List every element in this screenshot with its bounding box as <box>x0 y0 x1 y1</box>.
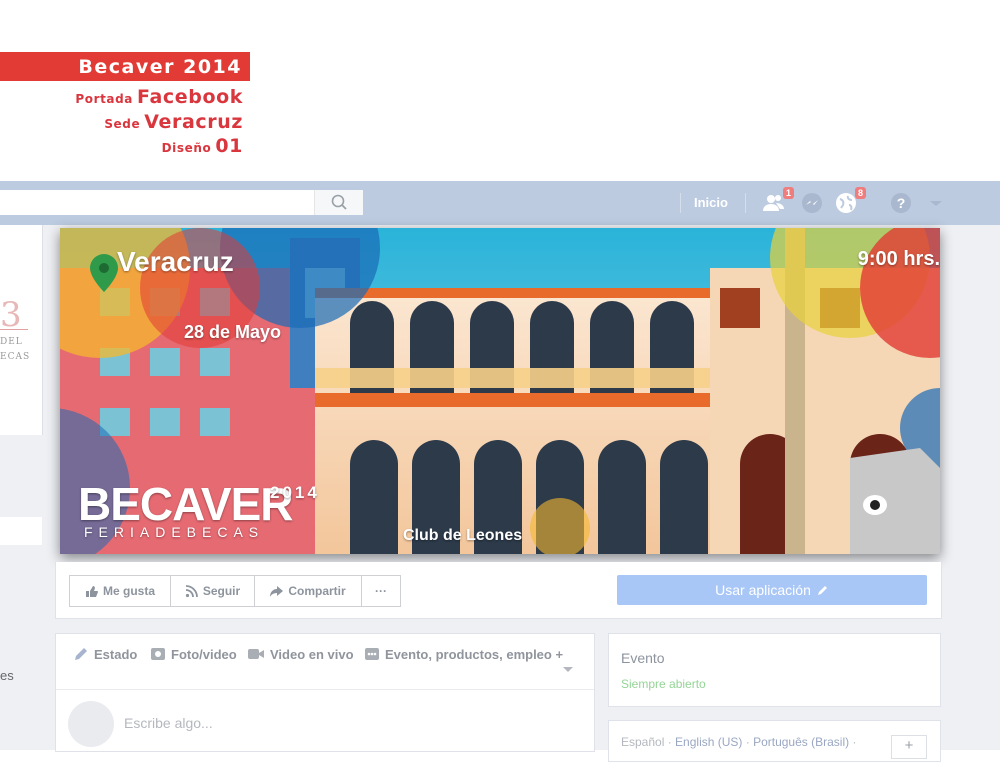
search-input[interactable] <box>0 190 363 215</box>
pencil-icon <box>817 586 827 595</box>
more-button[interactable]: ··· <box>361 575 401 607</box>
language-link[interactable]: English (US) <box>675 735 742 749</box>
divider <box>680 193 681 213</box>
cover-time: 9:00 hrs. <box>857 248 940 270</box>
tab-event-products-label: Evento, productos, empleo + <box>385 646 564 662</box>
left-nav-item[interactable] <box>0 517 42 545</box>
language-link[interactable]: Português (Brasil) <box>753 735 849 749</box>
more-options-icon <box>365 648 379 660</box>
meta-portada: Portada Facebook <box>75 86 243 108</box>
cover-logo: BECAVER <box>78 478 294 530</box>
notifications-button[interactable]: 8 <box>834 187 866 215</box>
more-icon: ··· <box>375 584 387 598</box>
search-button[interactable] <box>314 190 363 215</box>
divider <box>745 193 746 213</box>
profile-picture-card[interactable]: 3 DEL ECAS <box>0 225 43 435</box>
page-action-bar: Me gusta Seguir Compartir ··· Usar aplic… <box>55 562 942 619</box>
notifications-badge: 8 <box>854 187 866 199</box>
profile-logo-text: DEL <box>0 337 23 347</box>
home-link[interactable]: Inicio <box>694 195 728 210</box>
language-list: Español · English (US) · Português (Bras… <box>621 735 857 749</box>
facebook-top-bar: Inicio 1 8 ? <box>0 181 1000 225</box>
open-status: Siempre abierto <box>621 677 706 691</box>
like-button[interactable]: Me gusta <box>69 575 171 607</box>
project-title: Becaver 2014 <box>78 56 242 78</box>
language-current: Español <box>621 735 665 749</box>
rss-icon <box>185 584 198 597</box>
tab-live-video-label: Video en vivo <box>270 646 354 662</box>
help-button[interactable]: ? <box>889 191 913 215</box>
share-button[interactable]: Compartir <box>254 575 362 607</box>
meta-diseno: Diseño 01 <box>161 135 243 157</box>
thumbs-up-icon <box>85 585 98 597</box>
friend-requests-button[interactable]: 1 <box>762 187 794 215</box>
avatar <box>68 701 114 747</box>
add-language-button[interactable]: + <box>891 735 927 759</box>
follow-button[interactable]: Seguir <box>170 575 255 607</box>
chevron-down-icon[interactable] <box>562 666 574 674</box>
share-arrow-icon <box>270 585 284 597</box>
use-app-button[interactable]: Usar aplicación <box>617 575 927 605</box>
divider <box>56 689 594 690</box>
chevron-down-icon <box>930 201 942 206</box>
profile-logo-text: ECAS <box>0 352 31 362</box>
photo-icon <box>151 648 165 660</box>
messages-button[interactable] <box>800 191 824 215</box>
tab-status[interactable]: Estado <box>73 646 137 662</box>
tab-live-video[interactable]: Video en vivo <box>247 646 354 662</box>
project-title-bar: Becaver 2014 <box>0 52 250 81</box>
left-nav-text[interactable]: es <box>0 668 14 683</box>
profile-logo-line <box>0 329 28 330</box>
help-icon: ? <box>891 193 911 213</box>
language-card: Español · English (US) · Português (Bras… <box>608 720 941 762</box>
use-app-label: Usar aplicación <box>715 582 811 598</box>
video-camera-icon <box>248 649 264 659</box>
composer-input[interactable]: Escribe algo... <box>124 715 213 731</box>
svg-text:?: ? <box>897 195 906 211</box>
cover-logo-subtitle: FERIADEBECAS <box>84 524 265 540</box>
share-label: Compartir <box>288 584 346 598</box>
messenger-icon <box>802 193 822 213</box>
event-card-title: Evento <box>621 650 665 666</box>
meta-sede: Sede Veracruz <box>104 111 243 133</box>
cover-logo-year: 2014 <box>270 483 320 502</box>
tab-photo-video[interactable]: Foto/video <box>150 646 237 662</box>
tab-event-products[interactable]: Evento, productos, empleo + <box>364 646 563 662</box>
pencil-icon <box>75 648 87 660</box>
cover-photo[interactable]: Veracruz 28 de Mayo 9:00 hrs. Club de Le… <box>60 228 940 554</box>
like-label: Me gusta <box>102 584 155 598</box>
follow-label: Seguir <box>202 584 241 598</box>
search-icon <box>331 194 347 210</box>
cover-venue: Club de Leones <box>403 527 523 544</box>
cover-date: 28 de Mayo <box>184 322 282 342</box>
tab-photo-video-label: Foto/video <box>171 646 237 662</box>
cover-city: Veracruz <box>117 246 234 277</box>
tab-status-label: Estado <box>94 646 138 662</box>
friends-badge: 1 <box>782 187 794 199</box>
post-composer: Estado Foto/video Video en vivo Evento, … <box>55 633 595 752</box>
account-menu-button[interactable] <box>924 191 948 215</box>
event-card: Evento Siempre abierto <box>608 633 941 707</box>
